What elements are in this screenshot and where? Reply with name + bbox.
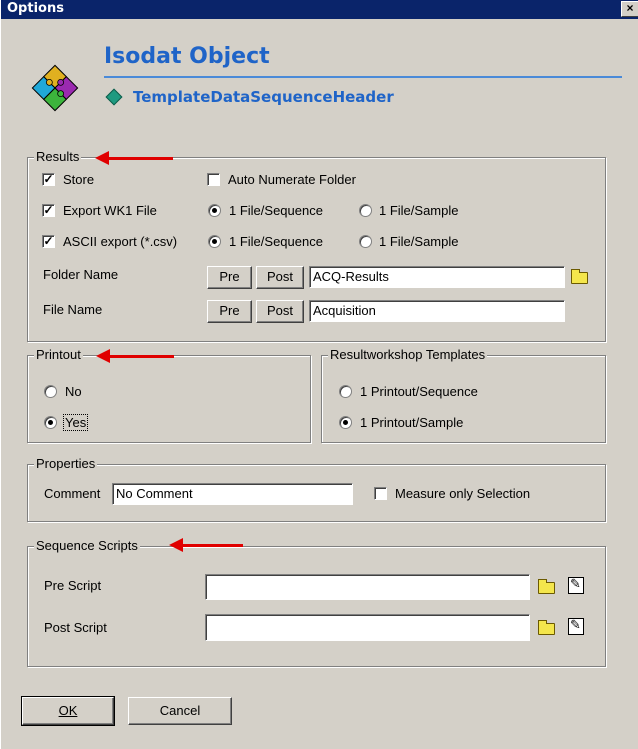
measure-only-selection-checkbox[interactable] [374, 487, 387, 500]
scripts-group: Sequence Scripts [27, 538, 606, 667]
post-script-edit-icon[interactable] [568, 618, 584, 635]
annotation-arrow-icon [95, 151, 173, 165]
wk1-per-sequence-label: 1 File/Sequence [229, 203, 323, 218]
folder-browse-icon[interactable] [571, 269, 588, 284]
options-dialog: Options × Isodat Object TemplateDataSequ… [0, 0, 638, 749]
header-divider [104, 76, 622, 78]
per-sample-radio[interactable] [339, 416, 352, 429]
post-script-folder-icon[interactable] [538, 620, 555, 635]
templates-legend: Resultworkshop Templates [328, 347, 488, 362]
ok-button-label: OK [58, 703, 78, 718]
wk1-per-sequence-radio[interactable] [208, 204, 221, 217]
printout-legend: Printout [34, 347, 83, 362]
pre-script-edit-icon[interactable] [568, 577, 584, 594]
printout-yes-radio[interactable] [44, 416, 57, 429]
header-title: Isodat Object [104, 44, 270, 69]
folder-name-label: Folder Name [43, 267, 119, 282]
ascii-per-sample-radio[interactable] [359, 235, 372, 248]
pre-script-label: Pre Script [44, 578, 102, 593]
store-label: Store [63, 172, 95, 187]
auto-numerate-checkbox[interactable] [207, 173, 220, 186]
pre-script-input[interactable] [205, 574, 530, 600]
post-script-input[interactable] [205, 614, 530, 641]
printout-no-radio[interactable] [44, 385, 57, 398]
store-checkbox[interactable]: ✓ [42, 173, 55, 186]
comment-input[interactable]: No Comment [112, 483, 353, 505]
ok-button[interactable]: OK [21, 696, 115, 726]
export-wk1-label: Export WK1 File [63, 203, 157, 218]
ascii-export-checkbox[interactable]: ✓ [42, 235, 55, 248]
cancel-button[interactable]: Cancel [128, 697, 232, 725]
per-sequence-label: 1 Printout/Sequence [360, 384, 478, 399]
window-title: Options [7, 1, 64, 16]
comment-label: Comment [44, 486, 101, 501]
file-post-button[interactable]: Post [256, 300, 304, 323]
folder-name-input[interactable]: ACQ-Results [309, 266, 565, 288]
file-pre-button[interactable]: Pre [207, 300, 252, 323]
per-sample-label: 1 Printout/Sample [360, 415, 464, 430]
ascii-per-sequence-radio[interactable] [208, 235, 221, 248]
auto-numerate-label: Auto Numerate Folder [228, 172, 356, 187]
ascii-export-label: ASCII export (*.csv) [63, 234, 178, 249]
properties-legend: Properties [34, 456, 98, 471]
diamond-bullet-icon [105, 88, 123, 106]
ascii-per-sequence-label: 1 File/Sequence [229, 234, 323, 249]
cancel-button-label: Cancel [159, 703, 201, 718]
scripts-legend: Sequence Scripts [34, 538, 140, 553]
post-script-label: Post Script [44, 620, 107, 635]
wk1-per-sample-label: 1 File/Sample [379, 203, 459, 218]
folder-post-button[interactable]: Post [256, 266, 304, 289]
ascii-per-sample-label: 1 File/Sample [379, 234, 459, 249]
file-name-label: File Name [43, 302, 103, 317]
folder-pre-button[interactable]: Pre [207, 266, 252, 289]
puzzle-logo-icon [31, 64, 79, 112]
results-legend: Results [34, 149, 82, 164]
printout-yes-label: Yes [62, 414, 89, 431]
annotation-arrow-icon [169, 538, 243, 552]
header-subtitle: TemplateDataSequenceHeader [133, 88, 394, 106]
printout-no-label: No [65, 384, 82, 399]
per-sequence-radio[interactable] [339, 385, 352, 398]
export-wk1-checkbox[interactable]: ✓ [42, 204, 55, 217]
wk1-per-sample-radio[interactable] [359, 204, 372, 217]
close-button[interactable]: × [621, 1, 638, 17]
pre-script-folder-icon[interactable] [538, 579, 555, 594]
annotation-arrow-icon [96, 349, 174, 363]
file-name-input[interactable]: Acquisition [309, 300, 565, 322]
title-bar[interactable]: Options × [1, 0, 638, 19]
measure-only-selection-label: Measure only Selection [395, 486, 531, 501]
